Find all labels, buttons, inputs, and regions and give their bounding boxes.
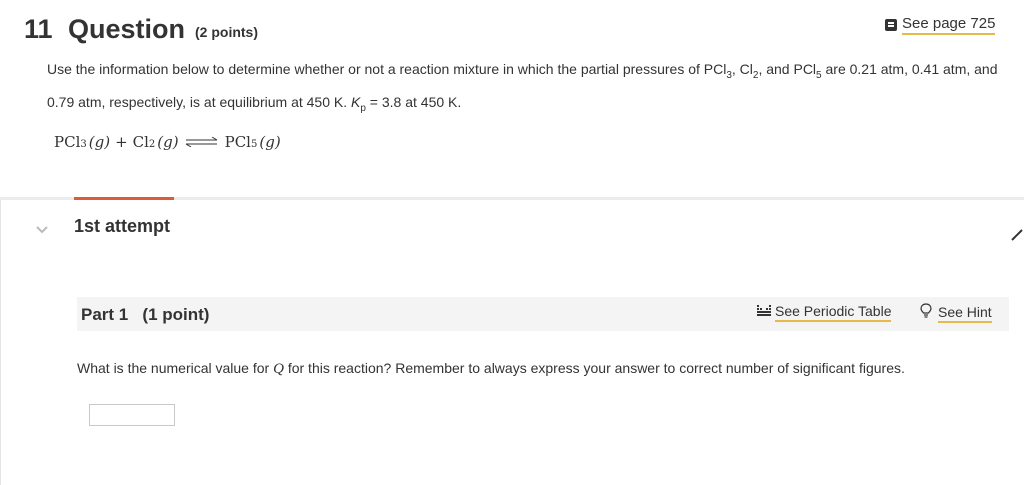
attempt-label: 1st attempt bbox=[74, 216, 171, 236]
answer-input[interactable] bbox=[89, 404, 175, 426]
part-prompt: What is the numerical value for Q for th… bbox=[77, 360, 905, 377]
part-title: Part 1 (1 point) bbox=[81, 305, 210, 324]
expand-corner-icon[interactable] bbox=[1010, 228, 1024, 242]
lightbulb-icon bbox=[920, 303, 932, 323]
chevron-down-icon[interactable] bbox=[35, 222, 49, 234]
question-points: (2 points) bbox=[195, 24, 258, 40]
periodic-table-label: See Periodic Table bbox=[775, 303, 892, 322]
see-periodic-table-link[interactable]: See Periodic Table bbox=[757, 303, 892, 322]
reaction-equation: PCl 3 (g) + Cl 2 (g) PCl 5 (g) bbox=[54, 133, 281, 151]
question-number: 11 bbox=[24, 14, 53, 44]
question-title: Question bbox=[68, 14, 186, 44]
book-icon bbox=[885, 19, 897, 31]
see-page-link[interactable]: See page 725 bbox=[885, 14, 996, 36]
attempt-border bbox=[0, 200, 1, 485]
attempt-indicator bbox=[74, 197, 174, 200]
periodic-table-icon bbox=[757, 304, 771, 322]
hint-label: See Hint bbox=[938, 304, 992, 323]
see-page-label: See page 725 bbox=[902, 15, 996, 35]
equilibrium-arrow-icon bbox=[185, 133, 219, 148]
question-text: Use the information below to determine w… bbox=[47, 61, 998, 114]
see-hint-link[interactable]: See Hint bbox=[920, 303, 992, 323]
